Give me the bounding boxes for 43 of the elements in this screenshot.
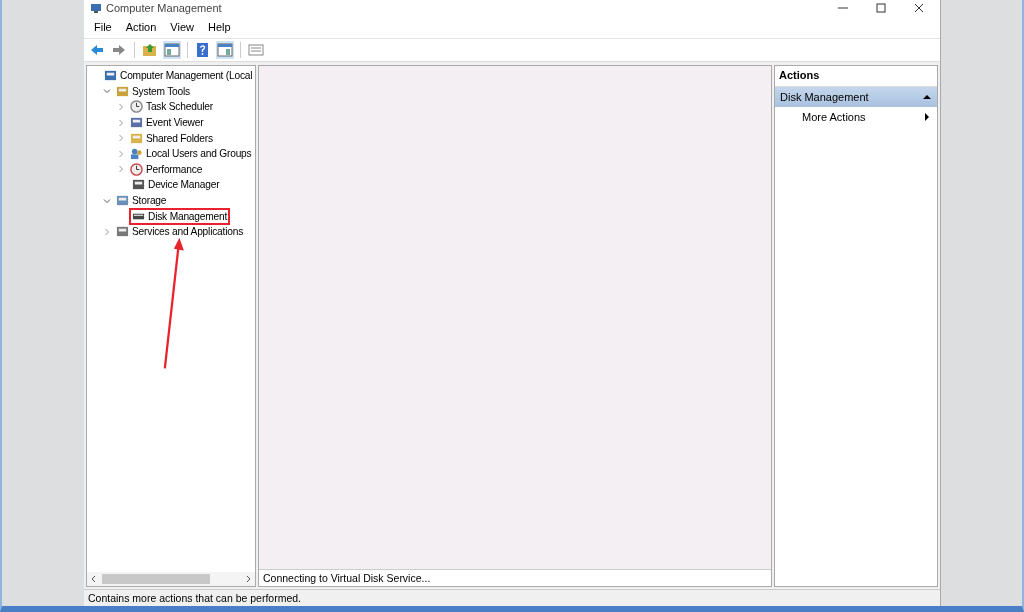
scrollbar-thumb[interactable] bbox=[102, 574, 210, 584]
action-section[interactable]: Disk Management bbox=[775, 87, 937, 107]
action-pane-icon[interactable] bbox=[216, 41, 234, 59]
highlighted-tree-item[interactable]: Disk Management bbox=[129, 207, 231, 225]
tree-item[interactable]: Computer Management (Local bbox=[101, 67, 256, 85]
app-icon bbox=[90, 2, 102, 14]
tree-node-icon bbox=[104, 69, 117, 83]
tree-node-icon bbox=[130, 147, 143, 161]
menu-item[interactable]: Action bbox=[125, 21, 157, 33]
scroll-left-icon[interactable] bbox=[90, 575, 98, 583]
close-icon[interactable] bbox=[914, 3, 924, 13]
tree-item[interactable]: Local Users and Groups bbox=[127, 145, 255, 163]
tree-item[interactable]: Storage bbox=[113, 192, 170, 210]
tree-item[interactable]: Services and Applications bbox=[113, 223, 247, 241]
submenu-triangle-icon bbox=[923, 113, 931, 121]
window-title: Computer Management bbox=[106, 2, 222, 14]
tree-item[interactable]: Device Manager bbox=[129, 176, 223, 194]
tree-node-icon bbox=[132, 178, 145, 192]
tree-item[interactable]: Event Viewer bbox=[127, 114, 207, 132]
collapse-chevron-icon[interactable] bbox=[103, 87, 111, 96]
maximize-icon[interactable] bbox=[876, 3, 886, 13]
tree-item[interactable]: Task Scheduler bbox=[127, 98, 216, 116]
tree-item[interactable]: System Tools bbox=[113, 82, 193, 100]
tree-node-icon bbox=[130, 162, 143, 176]
folder-up-icon[interactable] bbox=[141, 41, 159, 59]
collapse-triangle-icon[interactable] bbox=[923, 93, 931, 101]
menu-item[interactable]: File bbox=[94, 21, 112, 33]
console-tree-icon[interactable] bbox=[163, 41, 181, 59]
tree-node-icon bbox=[116, 84, 129, 98]
pane-status-text: Connecting to Virtual Disk Service... bbox=[259, 569, 771, 586]
menu-item[interactable]: View bbox=[170, 21, 194, 33]
collapse-chevron-icon[interactable] bbox=[103, 196, 111, 205]
status-bar: Contains more actions that can be performed. bbox=[84, 589, 940, 606]
tree-item[interactable]: Shared Folders bbox=[127, 129, 216, 147]
tree-node-icon bbox=[116, 225, 129, 239]
tree-node-icon bbox=[116, 194, 129, 208]
tree-node-icon bbox=[130, 116, 143, 130]
tree-item[interactable]: Performance bbox=[127, 160, 206, 178]
tree-node-icon bbox=[130, 100, 143, 114]
scroll-right-icon[interactable] bbox=[244, 575, 252, 583]
menu-item[interactable]: Help bbox=[207, 21, 231, 33]
tree-node-icon bbox=[130, 131, 143, 145]
action-item[interactable]: More Actions bbox=[775, 107, 937, 127]
